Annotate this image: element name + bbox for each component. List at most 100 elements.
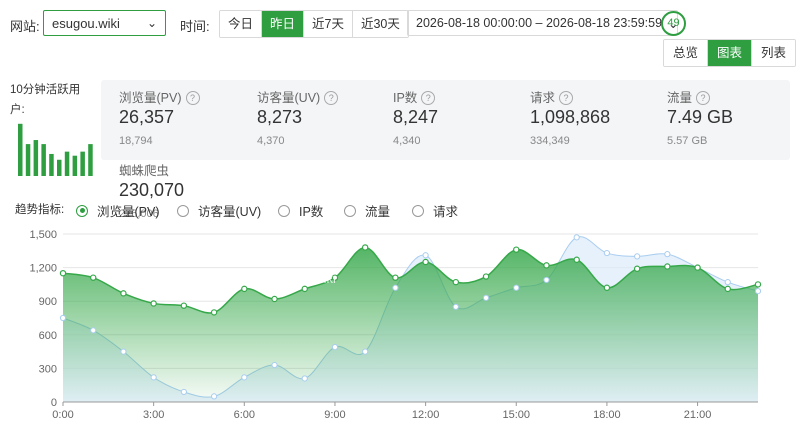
trend-option-label: IP数 [299,205,324,219]
date-range-picker[interactable]: 2026-08-18 00:00:00 – 2026-08-18 23:59:5… [407,10,678,36]
time-yesterday-button[interactable]: 昨日 [262,11,305,37]
x-tick-label: 18:00 [593,409,621,421]
pv-point [724,285,731,293]
stat-ip-value: 8,247 [393,107,439,127]
stat-pv-name: 浏览量(PV) [119,91,182,105]
time-30days-button[interactable]: 近30天 [352,11,408,37]
help-icon[interactable]: ? [421,91,436,105]
stat-requests-sub: 334,349 [530,135,570,147]
trend-option-label: 请求 [433,205,459,219]
x-tick-label: 6:00 [234,409,255,421]
pv-point [633,265,641,272]
stat-requests-name: 请求 [530,91,556,105]
x-tick-label: 9:00 [324,409,345,421]
pv-point [331,274,339,281]
site-label: 网站: [10,19,40,34]
tab-overview[interactable]: 总览 [664,40,709,66]
y-tick-label: 600 [39,330,57,342]
pv-point [241,285,248,293]
trend-option-requests[interactable]: 请求 [412,201,458,220]
help-icon[interactable]: ? [185,91,200,105]
radio-icon [412,204,424,217]
uv-point [59,314,67,322]
trend-option-pv[interactable]: 浏览量(PV) [76,201,160,220]
trend-option-uv[interactable]: 访客量(UV) [177,201,261,220]
y-tick-label: 300 [39,363,57,375]
time-today-button[interactable]: 今日 [220,11,263,37]
stat-ip-sub: 4,340 [393,135,421,147]
site-select[interactable]: esugou.wiki ⌄ [43,10,166,36]
pv-point [90,274,97,281]
active-users-bar [18,123,23,176]
uv-point [422,252,429,259]
pv-point [513,246,520,253]
uv-point [452,303,459,310]
time-label: 时间: [180,19,210,34]
pv-point [573,256,580,263]
y-tick-label: 1,200 [29,263,57,275]
uv-point [754,288,762,295]
pv-point [452,278,460,286]
uv-line [62,236,759,398]
uv-point [664,251,671,258]
uv-point [301,375,308,382]
pv-point [180,302,188,309]
y-tick-label: 0 [51,397,57,409]
trend-option-label: 流量 [365,205,391,219]
stat-traffic-value: 7.49 GB [667,107,734,127]
radio-checked-icon [76,204,88,217]
stats-panel: 浏览量(PV)? 26,357 18,794 访客量(UV)? 8,273 4,… [101,80,790,160]
x-tick-label: 21:00 [684,409,712,421]
uv-point [603,249,611,257]
radio-icon [177,204,189,217]
active-users-bar [64,151,70,176]
tab-list[interactable]: 列表 [752,40,796,66]
refresh-countdown[interactable]: 49 [661,11,686,36]
uv-point [241,374,248,381]
pv-point [422,258,429,266]
pv-point [543,262,550,269]
x-tick-label: 0:00 [52,409,73,421]
help-icon[interactable]: ? [559,91,574,105]
uv-point [573,234,580,241]
x-tick-label: 15:00 [502,409,530,421]
help-icon[interactable]: ? [696,91,711,105]
pv-point [361,244,369,251]
pv-point [392,274,399,281]
active-users-bar [33,140,39,176]
active-users-bar [41,144,46,176]
help-icon[interactable]: ? [324,91,339,105]
uv-point [90,327,97,334]
uv-point [694,264,701,271]
active-users-bar [57,159,62,176]
uv-point [271,361,278,369]
active-users-bar [25,144,31,176]
uv-point [362,348,369,355]
trend-option-ip[interactable]: IP数 [278,201,323,220]
stat-ip-name: IP数 [393,91,418,105]
spider-value: 230,070 [119,180,185,200]
spider-name: 蜘蛛爬虫 [119,164,170,178]
radio-icon [344,204,356,217]
trend-option-traffic[interactable]: 流量 [344,201,390,220]
pv-point [603,284,611,291]
view-tab-group: 总览 图表 列表 [663,39,797,67]
active-users-bars [18,123,93,176]
pv-point [150,300,157,307]
pv-point [210,309,218,316]
site-select-value: esugou.wiki [52,15,120,31]
pv-area [63,247,758,402]
uv-point [513,284,520,291]
uv-point [180,388,187,396]
chart-watermark: esugou.wiki [268,271,336,286]
time-button-group: 今日 昨日 近7天 近30天 [219,10,409,38]
uv-point [150,374,157,381]
active-users-bar [80,151,85,176]
radio-icon [278,204,290,217]
stat-pv-value: 26,357 [119,107,175,127]
uv-point [120,348,127,355]
trend-label: 趋势指标: [15,204,65,216]
time-7days-button[interactable]: 近7天 [304,11,353,37]
tab-chart[interactable]: 图表 [708,40,753,66]
stat-uv-value: 8,273 [257,107,303,127]
